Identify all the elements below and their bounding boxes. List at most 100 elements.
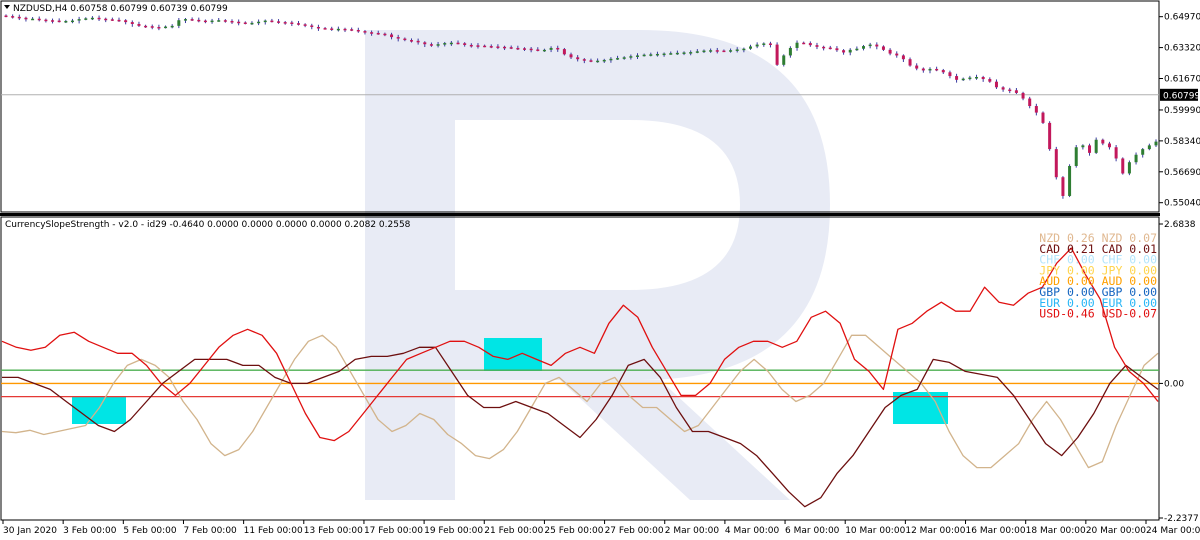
price-tick-label: 0.56690	[1164, 168, 1200, 178]
candle-body	[1154, 141, 1158, 146]
candle-body	[815, 45, 819, 47]
candle-body	[522, 48, 526, 50]
highlight-box	[484, 338, 542, 371]
candle-body	[1001, 87, 1005, 90]
candle-body	[157, 26, 161, 29]
candle-body	[223, 20, 227, 22]
candle-body	[203, 20, 207, 23]
candle-body	[330, 28, 334, 30]
candle-body	[390, 34, 394, 38]
candle-body	[117, 19, 121, 22]
candle-body	[968, 77, 972, 80]
time-tick-label: 27 Feb 00:00	[605, 526, 664, 536]
price-tick-label: 0.63320	[1164, 44, 1200, 54]
collapse-triangle-icon[interactable]	[4, 5, 10, 9]
candle-body	[536, 49, 540, 51]
candle-body	[84, 18, 88, 20]
candle-body	[277, 21, 281, 23]
candle-body	[901, 55, 905, 60]
candle-body	[775, 44, 779, 65]
price-tick-label: 0.55040	[1164, 199, 1200, 209]
candle-body	[622, 57, 626, 59]
time-tick-label: 25 Feb 00:00	[544, 526, 603, 536]
candle-body	[177, 20, 181, 26]
candle-body	[1114, 147, 1118, 159]
candle-body	[948, 72, 952, 77]
candle-body	[895, 53, 899, 56]
time-tick-label: 24 Mar 00:00	[1146, 526, 1200, 536]
candle-body	[602, 59, 606, 62]
candle-body	[636, 55, 640, 57]
candle-body	[1054, 149, 1058, 178]
candle-body	[243, 22, 247, 24]
candle-body	[582, 59, 586, 61]
candle-body	[443, 43, 447, 45]
candle-body	[755, 44, 759, 47]
candle-body	[695, 51, 699, 53]
candle-body	[549, 47, 553, 50]
candle-body	[788, 47, 792, 56]
candle-body	[862, 46, 866, 49]
time-tick-label: 13 Feb 00:00	[304, 526, 363, 536]
indicator-tick-label: 2.6838	[1164, 220, 1196, 230]
candle-body	[1061, 177, 1065, 196]
candle-body	[183, 19, 187, 21]
candle-body	[469, 44, 473, 47]
candle-body	[669, 53, 673, 55]
candle-body	[1014, 90, 1018, 93]
time-tick-label: 21 Feb 00:00	[484, 526, 543, 536]
candle-body	[709, 50, 713, 52]
candle-body	[509, 47, 513, 49]
candle-body	[44, 19, 48, 22]
candle-body	[689, 52, 693, 54]
price-tick-label: 0.59990	[1164, 106, 1200, 116]
candle-body	[822, 46, 826, 49]
candle-body	[1094, 139, 1098, 153]
candle-body	[376, 32, 380, 35]
candle-body	[808, 43, 812, 46]
candle-body	[263, 20, 267, 23]
candle-body	[702, 50, 706, 53]
candle-body	[77, 19, 81, 21]
candle-body	[37, 18, 41, 21]
time-tick-label: 10 Mar 00:00	[845, 526, 905, 536]
candle-body	[649, 54, 653, 56]
time-tick-label: 4 Mar 00:00	[725, 526, 780, 536]
candle-body	[4, 15, 8, 18]
candle-body	[908, 59, 912, 66]
candle-body	[237, 21, 241, 24]
watermark-leg	[560, 380, 790, 500]
time-tick-label: 19 Feb 00:00	[424, 526, 483, 536]
candle-body	[1034, 106, 1038, 113]
candle-body	[57, 20, 61, 23]
candle-body	[257, 21, 261, 24]
candle-body	[961, 78, 965, 81]
candle-body	[828, 47, 832, 50]
candle-body	[489, 46, 493, 48]
candle-body	[642, 54, 646, 57]
candle-body	[31, 18, 35, 21]
candle-body	[423, 42, 427, 45]
candle-body	[144, 25, 148, 28]
current-price-label: 0.60799	[1163, 91, 1200, 101]
candle-body	[124, 20, 128, 23]
candle-body	[596, 60, 600, 63]
candle-body	[1107, 143, 1111, 148]
candle-body	[429, 44, 433, 46]
candle-body	[616, 58, 620, 60]
time-tick-label: 11 Feb 00:00	[244, 526, 303, 536]
time-tick-label: 30 Jan 2020	[3, 526, 57, 536]
candle-body	[1101, 139, 1105, 144]
candle-body	[97, 17, 101, 20]
watermark-stem	[365, 30, 455, 500]
candle-body	[416, 40, 420, 43]
candle-body	[316, 26, 320, 29]
candle-body	[137, 23, 141, 26]
candle-body	[629, 56, 633, 58]
legend-item: USD-0.46 USD-0.07	[1039, 307, 1157, 321]
candle-body	[336, 28, 340, 31]
candle-body	[370, 32, 374, 34]
candle-body	[749, 46, 753, 49]
candle-body	[356, 29, 360, 32]
candle-body	[742, 48, 746, 51]
